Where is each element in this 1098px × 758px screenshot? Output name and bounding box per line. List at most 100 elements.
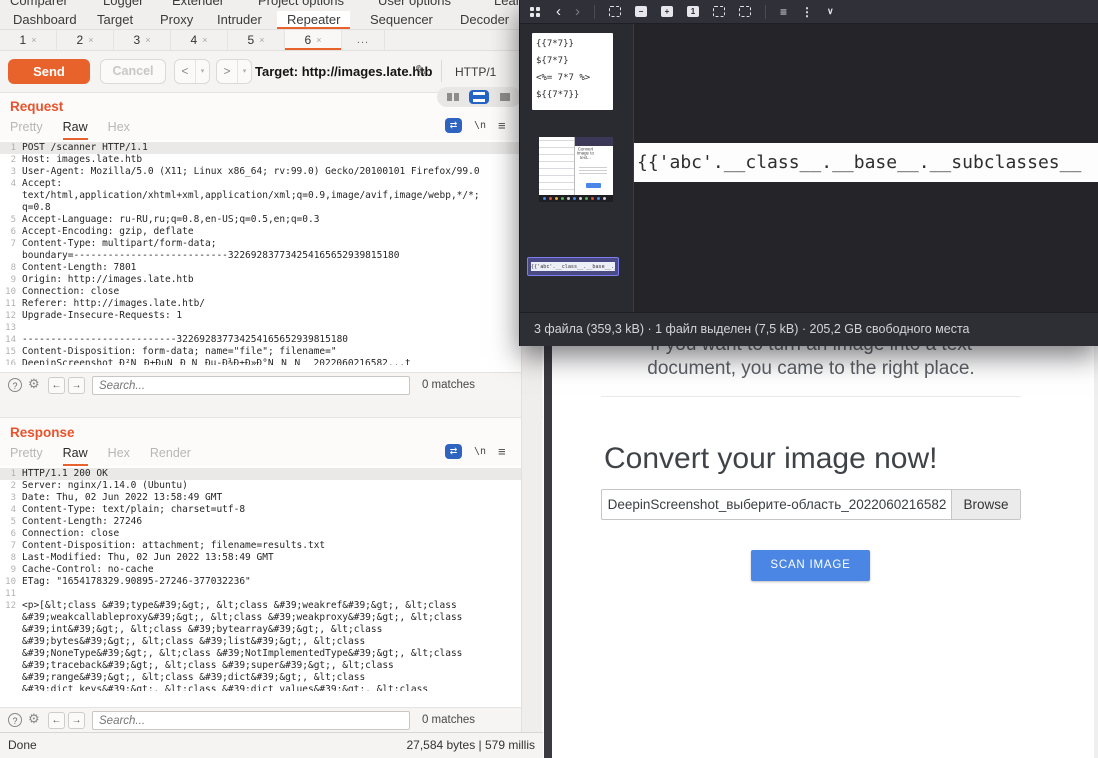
menu-tab-user-options[interactable]: User options: [378, 0, 451, 11]
close-icon[interactable]: ×: [259, 35, 264, 45]
word-wrap-icon[interactable]: ⇄: [445, 444, 462, 459]
thumbnail-selected-image[interactable]: {{'abc'.__class__.__base__.__subclasses_…: [527, 257, 619, 276]
fullscreen-icon[interactable]: [609, 6, 621, 17]
actual-size-icon[interactable]: 1: [687, 6, 699, 17]
send-button[interactable]: Send: [8, 59, 90, 84]
thumbnail-webpage-screenshot[interactable]: Convert image to text...: [539, 137, 613, 202]
preview-image[interactable]: {{'abc'.__class__.__base__.__subclasses_…: [634, 143, 1098, 182]
line-number: 7: [0, 540, 22, 552]
chevron-down-icon[interactable]: ▾: [195, 60, 209, 83]
request-tab-raw[interactable]: Raw: [63, 120, 88, 140]
request-tab-hex[interactable]: Hex: [108, 120, 130, 140]
next-request-button[interactable]: > ▾: [216, 59, 252, 84]
line-number: 2: [0, 154, 22, 166]
response-tab-render[interactable]: Render: [150, 446, 191, 466]
menu-tab-project-options[interactable]: Project options: [258, 0, 344, 11]
tab-intruder[interactable]: Intruder: [217, 11, 262, 29]
thumbnail-payload-image[interactable]: {{7*7}}${7*7}<%= 7*7 %>${{7*7}}: [532, 33, 613, 110]
search-input[interactable]: [92, 711, 410, 730]
help-icon[interactable]: ?: [8, 378, 22, 392]
close-icon[interactable]: ×: [88, 35, 93, 45]
fit-width-icon[interactable]: [739, 6, 751, 17]
menu-icon[interactable]: ≡: [498, 444, 506, 459]
prev-arrow[interactable]: <: [175, 60, 195, 83]
pencil-edit-icon[interactable]: ✎: [415, 62, 427, 79]
search-next-icon[interactable]: →: [68, 377, 85, 394]
response-tab-hex[interactable]: Hex: [108, 446, 130, 466]
request-line: 12Upgrade-Insecure-Requests: 1: [0, 310, 521, 322]
repeater-tab-1[interactable]: 1×: [0, 30, 57, 50]
tab-sequencer[interactable]: Sequencer: [370, 11, 433, 29]
prev-request-button[interactable]: < ▾: [174, 59, 210, 84]
search-prev-icon[interactable]: ←: [48, 377, 65, 394]
browse-button[interactable]: Browse: [951, 490, 1020, 519]
gear-icon[interactable]: ⚙: [28, 711, 40, 727]
response-line-text: Last-Modified: Thu, 02 Jun 2022 13:58:49…: [22, 552, 274, 564]
response-tab-raw[interactable]: Raw: [63, 446, 88, 466]
tab-dashboard[interactable]: Dashboard: [13, 11, 77, 29]
next-arrow[interactable]: >: [217, 60, 237, 83]
close-icon[interactable]: ×: [145, 35, 150, 45]
zoom-out-icon[interactable]: −: [635, 6, 647, 17]
tab-decoder[interactable]: Decoder: [460, 11, 509, 29]
tab-proxy[interactable]: Proxy: [160, 11, 193, 29]
repeater-tab-row: 1×2×3×4×5×6×...: [0, 30, 543, 51]
search-input[interactable]: [92, 376, 410, 395]
line-number: 5: [0, 214, 22, 226]
match-count: 0 matches: [422, 379, 475, 391]
response-tab-pretty[interactable]: Pretty: [10, 446, 43, 466]
mini-page-caption: Convert image to text...: [575, 147, 596, 160]
list-view-icon[interactable]: ≡: [780, 5, 787, 19]
response-line-text: &#39;int&#39;&gt;, &lt;class &#39;bytear…: [22, 624, 382, 636]
close-icon[interactable]: ×: [31, 35, 36, 45]
file-upload-input[interactable]: DeepinScreenshot_выберите-область_202206…: [601, 489, 1021, 520]
chevron-down-icon[interactable]: ∨: [827, 6, 834, 17]
response-editor[interactable]: 1HTTP/1.1 200 OK2Server: nginx/1.14.0 (U…: [0, 466, 521, 707]
newline-toggle-icon[interactable]: \n: [474, 120, 486, 131]
repeater-tab-5[interactable]: 5×: [228, 30, 285, 50]
repeater-tab-4[interactable]: 4×: [171, 30, 228, 50]
back-icon[interactable]: ‹: [556, 5, 561, 19]
line-number: 3: [0, 492, 22, 504]
rows-layout-button[interactable]: [469, 90, 489, 104]
search-next-icon[interactable]: →: [68, 712, 85, 729]
response-line: &#39;int&#39;&gt;, &lt;class &#39;bytear…: [0, 624, 521, 636]
forward-icon[interactable]: ›: [575, 5, 580, 19]
response-line-text: Cache-Control: no-cache: [22, 564, 154, 576]
scan-image-button[interactable]: SCAN IMAGE: [751, 550, 870, 581]
repeater-tab-3[interactable]: 3×: [114, 30, 171, 50]
close-icon[interactable]: ×: [316, 35, 321, 45]
help-icon[interactable]: ?: [8, 713, 22, 727]
close-icon[interactable]: ×: [202, 35, 207, 45]
request-line-text: Accept-Encoding: gzip, deflate: [22, 226, 194, 238]
menu-tab-logger[interactable]: Logger: [103, 0, 143, 11]
word-wrap-icon[interactable]: ⇄: [445, 118, 462, 133]
request-line: 5Accept-Language: ru-RU,ru;q=0.8,en-US;q…: [0, 214, 521, 226]
cancel-button[interactable]: Cancel: [100, 59, 166, 84]
http-version-selector[interactable]: HTTP/1: [455, 65, 496, 79]
repeater-tab-2[interactable]: 2×: [57, 30, 114, 50]
line-number: 4: [0, 504, 22, 516]
tab-repeater[interactable]: Repeater: [277, 11, 350, 29]
tab-target[interactable]: Target: [97, 11, 133, 29]
newline-toggle-icon[interactable]: \n: [474, 446, 486, 457]
repeater-tab-6[interactable]: 6×: [285, 30, 342, 50]
menu-tab-extender[interactable]: Extender: [172, 0, 224, 11]
request-editor[interactable]: 1POST /scanner HTTP/1.12Host: images.lat…: [0, 140, 521, 372]
chevron-down-icon[interactable]: ▾: [237, 60, 251, 83]
single-layout-button[interactable]: [495, 90, 515, 104]
search-prev-icon[interactable]: ←: [48, 712, 65, 729]
repeater-more-tab[interactable]: ...: [342, 30, 385, 50]
app-grid-icon[interactable]: [530, 7, 534, 11]
response-view-tabs: Pretty Raw Hex Render: [10, 446, 191, 466]
columns-layout-button[interactable]: [443, 90, 463, 104]
menu-icon[interactable]: ≡: [498, 118, 506, 133]
more-options-icon[interactable]: ⋮: [801, 5, 813, 19]
browser-scrollbar[interactable]: [1094, 326, 1098, 758]
zoom-in-icon[interactable]: +: [661, 6, 673, 17]
menu-tab-comparer[interactable]: Comparer: [10, 0, 68, 11]
gear-icon[interactable]: ⚙: [28, 376, 40, 392]
request-tab-pretty[interactable]: Pretty: [10, 120, 43, 140]
line-number: [0, 636, 22, 648]
fit-frame-icon[interactable]: [713, 6, 725, 17]
